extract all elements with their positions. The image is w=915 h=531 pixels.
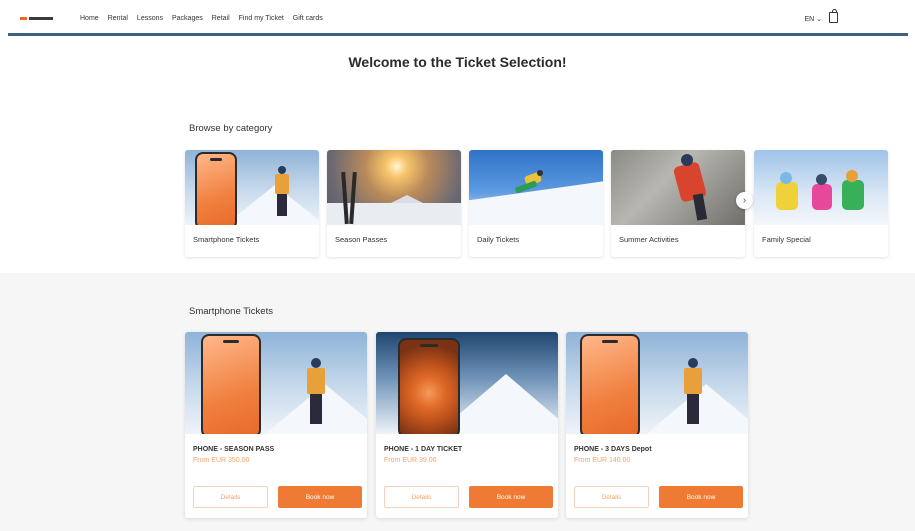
category-card-season-passes[interactable]: Season Passes <box>327 150 461 257</box>
category-card-daily-tickets[interactable]: Daily Tickets <box>469 150 603 257</box>
language-selector[interactable]: EN ⌄ <box>804 15 822 23</box>
product-card-3-days-depot: PHONE - 3 DAYS Depot From EUR 140.00 Det… <box>566 332 748 518</box>
category-label: Smartphone Tickets <box>193 235 260 244</box>
category-label: Family Special <box>762 235 811 244</box>
family-snow-image <box>754 150 888 225</box>
book-now-button[interactable]: Book now <box>659 486 743 508</box>
nav-lessons[interactable]: Lessons <box>137 15 163 22</box>
chevron-right-icon: › <box>742 195 747 206</box>
details-button[interactable]: Details <box>574 486 649 508</box>
category-card-summer-activities[interactable]: Summer Activities <box>611 150 745 257</box>
top-navigation-bar: Home Rental Lessons Packages Retail Find… <box>8 4 908 36</box>
product-price: From EUR 140.00 <box>574 457 631 464</box>
nav-packages[interactable]: Packages <box>172 15 203 22</box>
carousel-next-button[interactable]: › <box>736 192 753 209</box>
details-button[interactable]: Details <box>384 486 459 508</box>
nav-home[interactable]: Home <box>80 15 99 22</box>
phone-skier-image <box>185 150 319 225</box>
browse-section-title: Browse by category <box>189 123 273 134</box>
product-name: PHONE - 1 DAY TICKET <box>384 446 463 453</box>
page-title: Welcome to the Ticket Selection! <box>348 54 567 70</box>
chevron-down-icon: ⌄ <box>816 16 822 23</box>
phone-skier-image <box>185 332 367 434</box>
category-label: Season Passes <box>335 235 388 244</box>
product-card-1-day-ticket: PHONE - 1 DAY TICKET From EUR 39.00 Deta… <box>376 332 558 518</box>
climber-image <box>611 150 745 225</box>
main-nav: Home Rental Lessons Packages Retail Find… <box>80 15 323 22</box>
product-name: PHONE - SEASON PASS <box>193 446 275 453</box>
product-card-season-pass: PHONE - SEASON PASS From EUR 350.00 Deta… <box>185 332 367 518</box>
shopping-bag-icon[interactable] <box>829 9 838 23</box>
nav-rental[interactable]: Rental <box>108 15 128 22</box>
category-label: Daily Tickets <box>477 235 520 244</box>
nav-gift-cards[interactable]: Gift cards <box>293 15 323 22</box>
details-button[interactable]: Details <box>193 486 268 508</box>
book-now-button[interactable]: Book now <box>469 486 553 508</box>
category-card-family-special[interactable]: Family Special <box>754 150 888 257</box>
skier-slope-image <box>469 150 603 225</box>
category-label: Summer Activities <box>619 235 679 244</box>
nav-find-my-ticket[interactable]: Find my Ticket <box>239 15 284 22</box>
product-name: PHONE - 3 DAYS Depot <box>574 446 652 453</box>
sunset-skis-image <box>327 150 461 225</box>
book-now-button[interactable]: Book now <box>278 486 362 508</box>
product-price: From EUR 350.00 <box>193 457 250 464</box>
category-card-smartphone[interactable]: Smartphone Tickets <box>185 150 319 257</box>
phone-skier-image <box>566 332 748 434</box>
brand-logo[interactable] <box>20 15 54 22</box>
product-price: From EUR 39.00 <box>384 457 437 464</box>
language-label: EN <box>804 16 815 23</box>
nav-retail[interactable]: Retail <box>212 15 230 22</box>
phone-mountain-image <box>376 332 558 434</box>
smartphone-section-title: Smartphone Tickets <box>189 306 273 317</box>
